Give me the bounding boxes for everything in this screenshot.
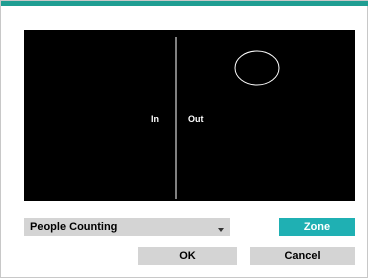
ok-button[interactable]: OK — [138, 247, 237, 265]
out-direction-label: Out — [188, 114, 204, 124]
video-preview-canvas[interactable]: In Out — [24, 30, 355, 201]
counting-mode-value: People Counting — [30, 221, 118, 233]
zone-button[interactable]: Zone — [279, 218, 355, 236]
in-direction-label: In — [151, 114, 159, 124]
chevron-down-icon[interactable] — [218, 228, 224, 232]
counting-mode-select[interactable]: People Counting — [24, 218, 230, 236]
dialog-accent-bar — [1, 1, 368, 6]
cancel-button[interactable]: Cancel — [250, 247, 355, 265]
people-counting-dialog: In Out People Counting Zone OK Cancel — [0, 0, 368, 278]
detection-zone-ellipse[interactable] — [234, 50, 280, 86]
